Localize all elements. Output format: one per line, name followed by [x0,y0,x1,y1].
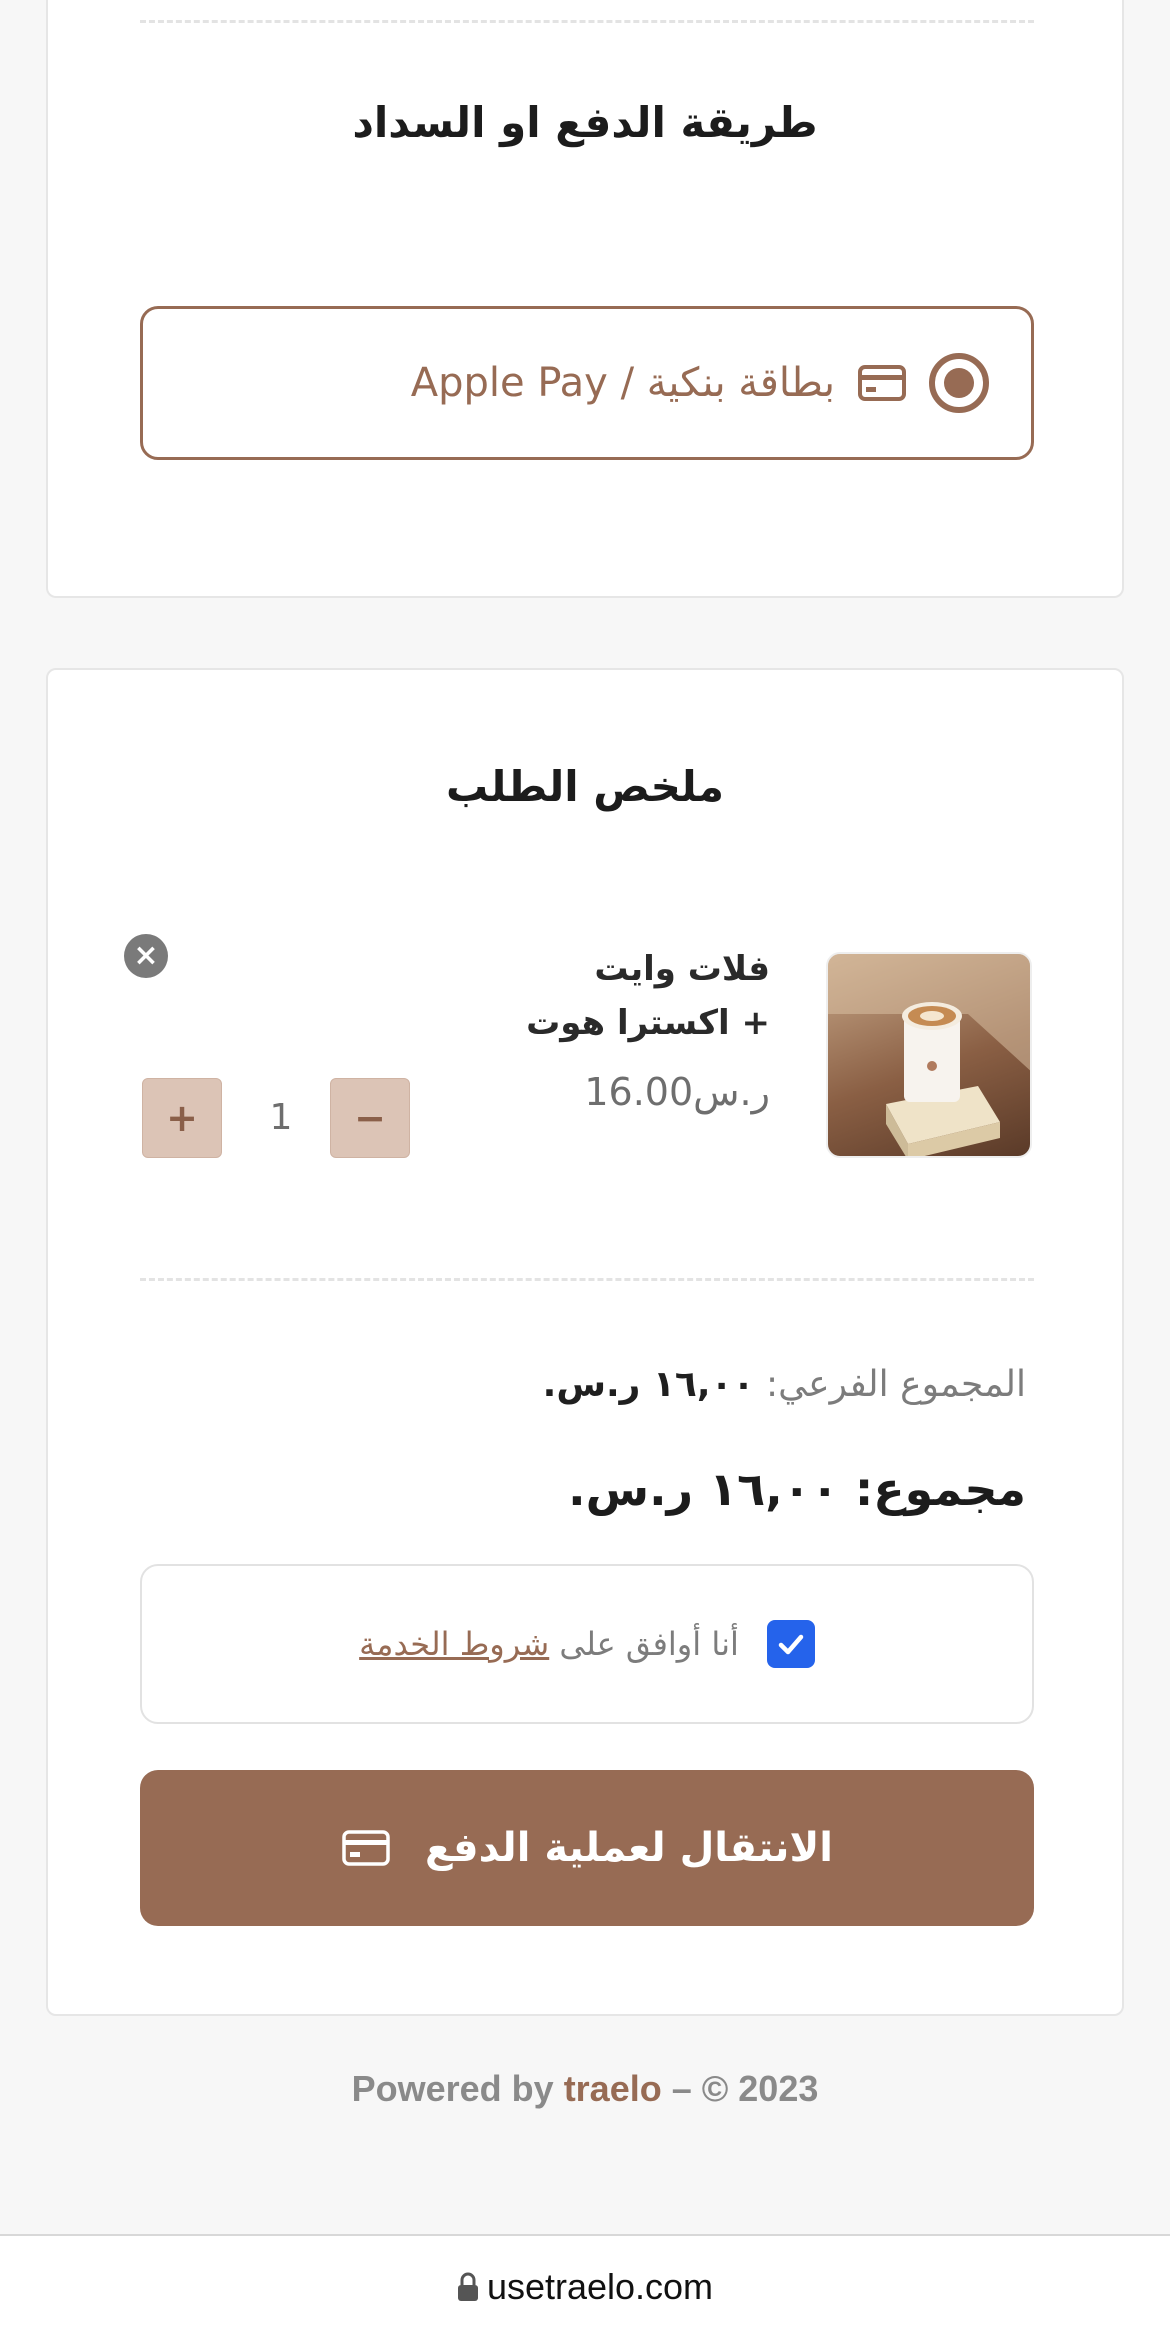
divider [140,1278,1034,1281]
total-label: مجموع: [854,1462,1026,1516]
radio-selected-icon[interactable] [929,353,989,413]
order-summary-card: ملخص الطلب فلات وايت + اكسترا هوت ر.س16.… [46,668,1124,2016]
copyright-text: – © 2023 [661,2068,819,2109]
quantity-decrease-button[interactable]: − [330,1078,410,1158]
payment-option-label: Apple Pay / بطاقة بنكية [410,360,835,406]
subtotal-value: ١٦,٠٠ ر.س. [542,1364,755,1405]
payment-section-title: طريقة الدفع او السداد [352,98,818,147]
item-option-line: + اكسترا هوت [526,1003,770,1043]
subtotal-row: المجموع الفرعي: ١٦,٠٠ ر.س. [543,1364,1026,1405]
proceed-to-payment-label: الانتقال لعملية الدفع [425,1825,833,1871]
item-name: فلات وايت + اكسترا هوت [370,942,770,1050]
total-value: ١٦,٠٠ ر.س. [568,1462,839,1516]
terms-prefix: أنا أوافق على [549,1625,739,1663]
total-row: مجموع: ١٦,٠٠ ر.س. [568,1462,1026,1516]
payment-method-card: طريقة الدفع او السداد Apple Pay / بطاقة … [46,0,1124,598]
item-price: ر.س16.00 [584,1070,770,1114]
terms-checkbox[interactable] [766,1620,815,1668]
footer-credit: Powered by traelo – © 2023 [0,2068,1170,2110]
item-name-line1: فلات وايت [594,949,770,989]
remove-item-button[interactable]: × [124,934,168,978]
radio-dot [944,368,974,398]
item-image [826,952,1032,1158]
subtotal-label: المجموع الفرعي: [765,1364,1026,1405]
browser-url-bar[interactable]: usetraelo.com [0,2234,1170,2337]
credit-card-icon [858,365,906,401]
proceed-to-payment-button[interactable]: الانتقال لعملية الدفع [140,1770,1034,1926]
quantity-increase-button[interactable]: + [142,1078,222,1158]
order-summary-title: ملخص الطلب [445,762,725,811]
quantity-value: 1 [269,1097,293,1138]
lock-icon [457,2272,478,2301]
terms-text: أنا أوافق على شروط الخدمة [359,1625,739,1663]
coffee-cup-image [828,954,1030,1156]
terms-of-service-link[interactable]: شروط الخدمة [359,1625,549,1663]
checkmark-icon [778,1634,804,1655]
brand-link[interactable]: traelo [564,2068,662,2109]
terms-agreement: أنا أوافق على شروط الخدمة [140,1564,1034,1724]
credit-card-icon [342,1830,390,1866]
divider [140,20,1034,23]
close-circle-icon: × [133,938,159,973]
payment-option-card-applepay[interactable]: Apple Pay / بطاقة بنكية [140,306,1034,460]
url-text: usetraelo.com [486,2265,714,2307]
powered-by-text: Powered by [351,2068,564,2109]
